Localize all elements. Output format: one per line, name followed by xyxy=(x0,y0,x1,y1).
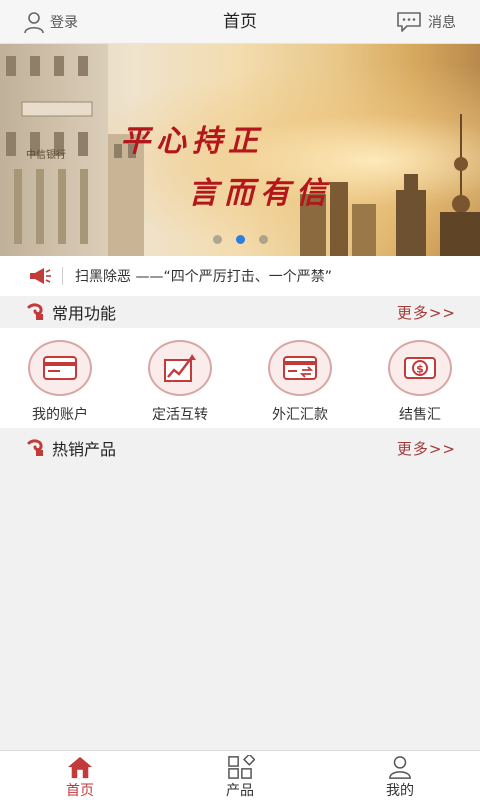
func-label: 外汇汇款 xyxy=(272,407,328,423)
carousel-dot[interactable] xyxy=(258,235,268,244)
carousel-dot[interactable] xyxy=(212,235,222,244)
bank-logo-icon xyxy=(27,303,43,320)
func-label: 结售汇 xyxy=(399,407,441,423)
banner-slogan-line1: 平心持正 xyxy=(120,124,264,159)
tab-label: 产品 xyxy=(226,783,254,799)
tab-products[interactable]: 产品 xyxy=(160,751,320,800)
messages-button[interactable]: 消息 xyxy=(396,9,456,35)
user-icon xyxy=(389,756,411,779)
func-fx-settlement[interactable]: $ 结售汇 xyxy=(360,328,480,428)
common-functions-more-link[interactable]: 更多>> xyxy=(397,302,456,323)
bottom-tab-bar: 首页 产品 我的 xyxy=(0,750,480,800)
tab-home[interactable]: 首页 xyxy=(0,751,160,800)
common-functions-title: 常用功能 xyxy=(52,304,117,323)
top-nav-bar: 登录 首页 消息 xyxy=(0,0,480,44)
func-label: 定活互转 xyxy=(152,407,208,423)
tab-mine[interactable]: 我的 xyxy=(320,751,480,800)
svg-text:$: $ xyxy=(416,363,424,376)
func-icon-circle xyxy=(28,340,92,396)
megaphone-icon xyxy=(30,268,51,284)
func-fixed-current-transfer[interactable]: 定活互转 xyxy=(120,328,240,428)
exchange-card-icon xyxy=(283,356,317,380)
notice-text: 扫黑除恶 ——“四个严厉打击、一个严禁” xyxy=(75,269,332,285)
common-functions-grid: 我的账户 定活互转 外汇汇款 $ 结售汇 xyxy=(0,328,480,428)
notice-divider xyxy=(62,267,63,285)
bank-logo-icon xyxy=(27,439,43,456)
func-my-account[interactable]: 我的账户 xyxy=(0,328,120,428)
banner-slogan-line2: 言而有信 xyxy=(188,176,332,211)
carousel-dot-active[interactable] xyxy=(235,235,245,244)
hot-products-title: 热销产品 xyxy=(52,440,117,459)
chat-bubble-icon xyxy=(397,12,421,32)
promo-banner[interactable]: 平心持正 言而有信 中信银行 xyxy=(0,44,480,256)
dollar-cycle-icon: $ xyxy=(404,357,436,379)
grid-icon xyxy=(228,755,255,779)
func-icon-circle xyxy=(268,340,332,396)
hot-products-header: 热销产品 更多>> xyxy=(0,432,480,464)
home-icon xyxy=(68,756,92,779)
carousel-indicators xyxy=(0,235,480,244)
tab-label: 我的 xyxy=(386,783,414,799)
bank-sign: 中信银行 xyxy=(26,150,66,161)
chart-arrow-icon xyxy=(164,354,196,382)
func-icon-circle: $ xyxy=(388,340,452,396)
messages-label: 消息 xyxy=(428,15,456,31)
func-label: 我的账户 xyxy=(32,407,88,423)
hot-products-more-link[interactable]: 更多>> xyxy=(397,438,456,459)
notice-bar[interactable]: 扫黑除恶 ——“四个严厉打击、一个严禁” xyxy=(0,256,480,296)
tab-label: 首页 xyxy=(66,783,94,799)
func-forex-remittance[interactable]: 外汇汇款 xyxy=(240,328,360,428)
card-icon xyxy=(43,356,77,380)
common-functions-header: 常用功能 更多>> xyxy=(0,296,480,328)
func-icon-circle xyxy=(148,340,212,396)
